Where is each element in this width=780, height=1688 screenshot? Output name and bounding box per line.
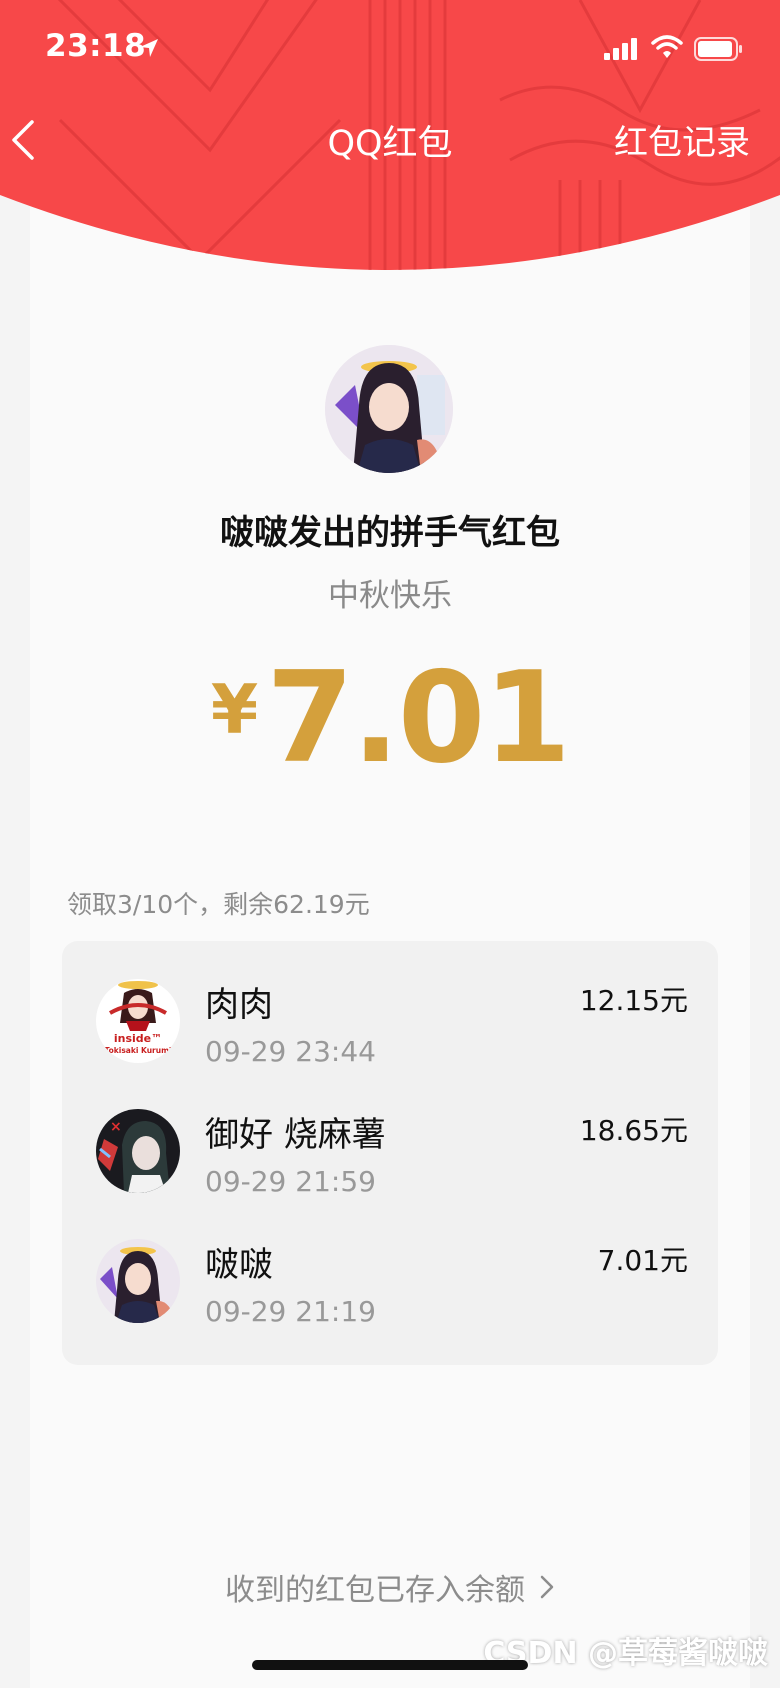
- claim-time: 09-29 23:44: [205, 1035, 376, 1068]
- claim-time: 09-29 21:19: [205, 1295, 376, 1328]
- status-time: 23:18: [45, 28, 147, 64]
- claimer-name: 肉肉: [205, 985, 273, 1025]
- battery-icon: [694, 37, 744, 65]
- currency-symbol: ¥: [210, 671, 259, 750]
- claim-amount: 7.01元: [597, 1244, 688, 1277]
- claimer-name: 啵啵: [205, 1245, 273, 1285]
- avatar: [96, 1239, 180, 1323]
- svg-text:×: ×: [110, 1119, 122, 1135]
- avatar-text-1: inside™: [114, 1032, 162, 1045]
- location-icon: [138, 37, 160, 63]
- amount-value: 7.01: [266, 644, 571, 791]
- balance-link[interactable]: 收到的红包已存入余额: [0, 1565, 780, 1609]
- claim-summary: 领取3/10个，剩余62.19元: [67, 890, 370, 919]
- wifi-icon: [651, 34, 683, 64]
- home-indicator[interactable]: [252, 1660, 528, 1670]
- sender-avatar[interactable]: [325, 345, 453, 473]
- list-item[interactable]: 啵啵 09-29 21:19 7.01元: [62, 1201, 718, 1331]
- claim-amount: 12.15元: [579, 984, 688, 1017]
- list-item[interactable]: inside™ Tokisaki Kurumi 肉肉 09-29 23:44 1…: [62, 941, 718, 1071]
- claim-time: 09-29 21:59: [205, 1165, 376, 1198]
- chevron-right-icon: [539, 1573, 555, 1608]
- avatar-text-2: Tokisaki Kurumi: [105, 1046, 172, 1055]
- signal-icon: [604, 38, 640, 64]
- received-amount: ¥7.01: [0, 655, 780, 781]
- claim-amount: 18.65元: [579, 1114, 688, 1147]
- list-item[interactable]: × 御好 烧麻薯 09-29 21:59 18.65元: [62, 1071, 718, 1201]
- packet-blessing: 中秋快乐: [328, 578, 452, 614]
- packet-title: 啵啵发出的拼手气红包: [220, 513, 560, 553]
- avatar: inside™ Tokisaki Kurumi: [96, 979, 180, 1063]
- balance-link-label: 收到的红包已存入余额: [225, 1573, 525, 1608]
- claimer-name: 御好 烧麻薯: [205, 1115, 386, 1155]
- avatar: ×: [96, 1109, 180, 1193]
- red-packet-history-link[interactable]: 红包记录: [614, 115, 750, 164]
- claims-list: inside™ Tokisaki Kurumi 肉肉 09-29 23:44 1…: [62, 941, 718, 1365]
- status-bar: 23:18: [0, 0, 780, 100]
